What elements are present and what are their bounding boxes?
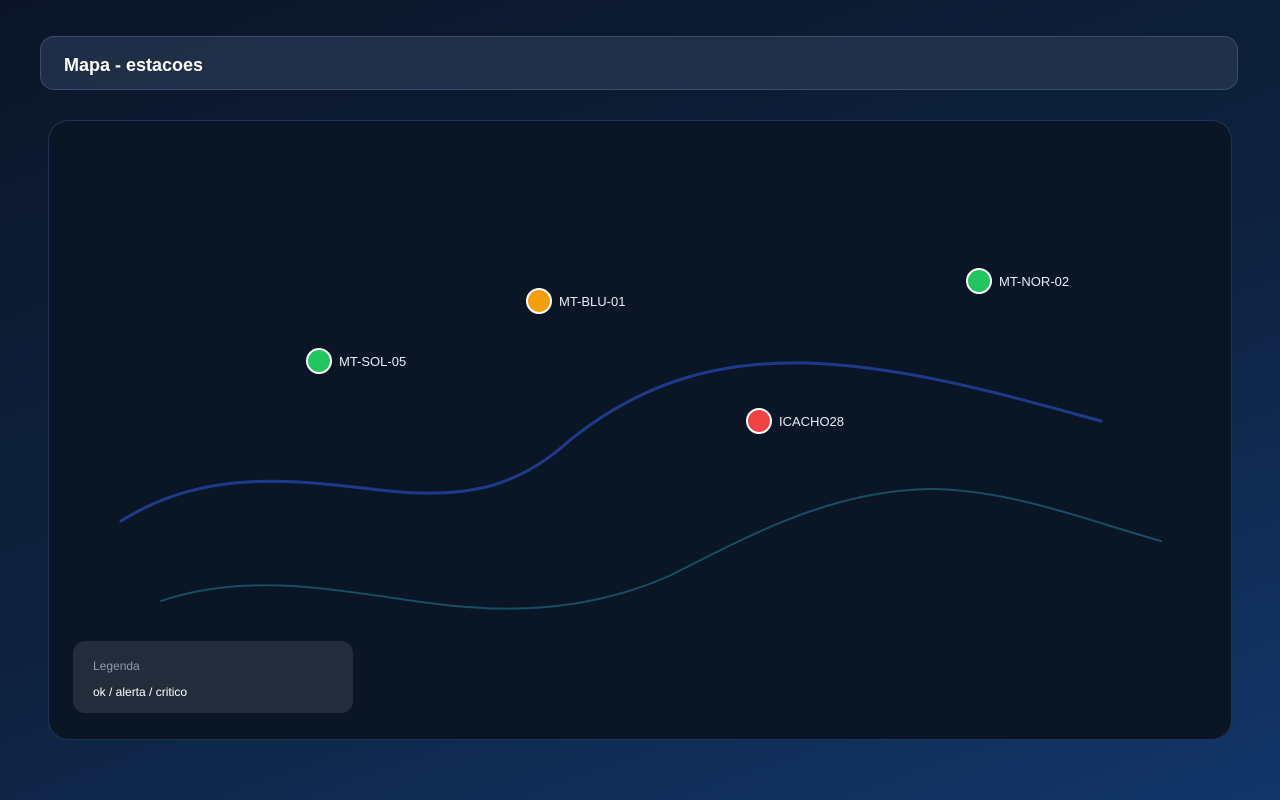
station-label: MT-NOR-02 (999, 273, 1070, 289)
legend-title: Legenda (93, 659, 140, 673)
river-secondary (160, 487, 1162, 610)
river-main (119, 361, 1103, 523)
station-marker-mt-blu-01[interactable]: MT-BLU-01 (526, 285, 625, 317)
legend-box: Legenda ok / alerta / critico (73, 641, 353, 713)
marker-dot (306, 348, 332, 374)
station-label: ICACHO28 (779, 413, 845, 429)
station-label: MT-BLU-01 (559, 293, 626, 309)
station-marker-mt-nor-02[interactable]: MT-NOR-02 (966, 265, 1069, 297)
marker-dot (966, 268, 992, 294)
marker-dot (526, 288, 552, 314)
header-bar: Mapa - estacoes (40, 36, 1238, 90)
station-marker-mt-sol-05[interactable]: MT-SOL-05 (306, 345, 406, 377)
marker-dot (746, 408, 772, 434)
station-marker-icacho28[interactable]: ICACHO28 (746, 405, 844, 437)
station-label: MT-SOL-05 (339, 353, 407, 369)
legend-items: ok / alerta / critico (93, 685, 188, 699)
map-panel[interactable]: MT-SOL-05 MT-BLU-01 ICACHO28 MT-NOR-02 L… (48, 120, 1232, 740)
page-title: Mapa - estacoes (64, 55, 204, 75)
